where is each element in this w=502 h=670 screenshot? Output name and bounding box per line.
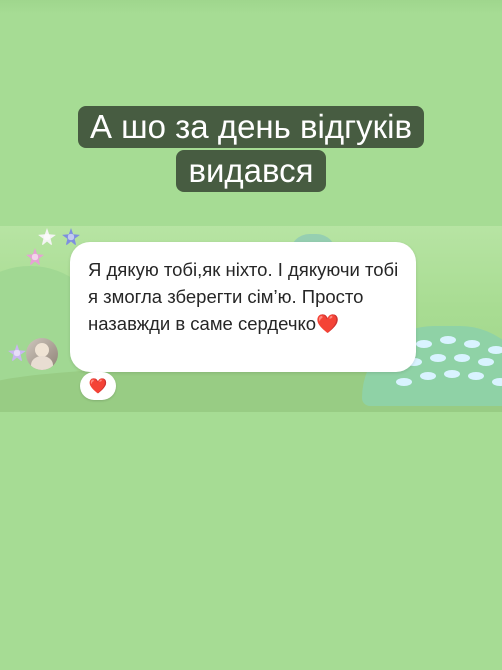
story-caption: А шо за день відгуків видався: [0, 106, 502, 192]
flower-icon: [62, 228, 80, 246]
top-shade: [0, 0, 502, 14]
sender-avatar[interactable]: [26, 338, 58, 370]
caption-line-1: А шо за день відгуків: [78, 106, 424, 148]
flower-icon: [38, 228, 56, 246]
heart-icon: ❤️: [88, 378, 108, 395]
message-text: Я дякую тобі,як ніхто. І дякуючи тобі я …: [88, 259, 399, 334]
message-bubble[interactable]: Я дякую тобі,як ніхто. І дякуючи тобі я …: [70, 242, 416, 372]
heart-reaction[interactable]: ❤️: [80, 372, 116, 400]
flower-icon: [26, 248, 44, 266]
flower-icon: [8, 344, 26, 362]
caption-line-2: видався: [176, 150, 326, 192]
